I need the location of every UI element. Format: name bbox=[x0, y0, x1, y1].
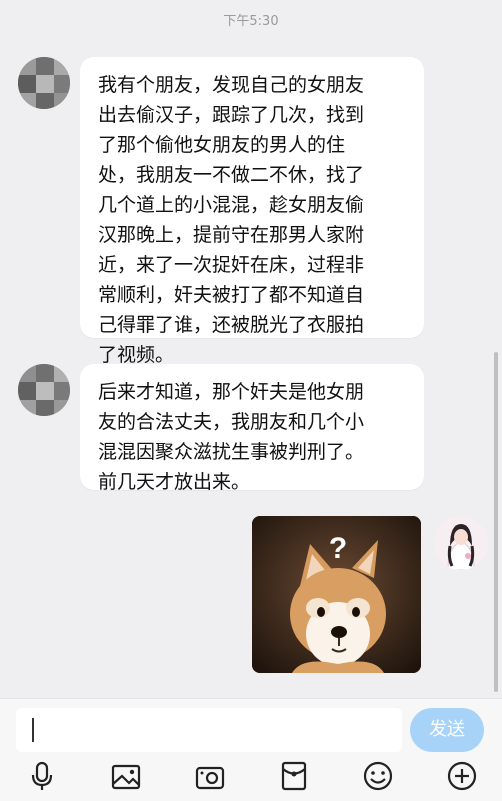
question-mark-label: ? bbox=[329, 532, 347, 565]
friend-avatar[interactable] bbox=[18, 57, 70, 109]
sent-image-message[interactable]: ? bbox=[252, 516, 421, 673]
send-button[interactable]: 发送 bbox=[410, 708, 484, 752]
camera-icon[interactable] bbox=[194, 760, 226, 792]
message-bubble[interactable]: 我有个朋友，发现自己的女朋友 出去偷汉子，跟踪了几次，找到 了那个偷他女朋友的男… bbox=[80, 57, 424, 366]
emoji-icon[interactable] bbox=[362, 760, 394, 792]
image-icon[interactable] bbox=[110, 760, 142, 792]
my-avatar[interactable] bbox=[434, 516, 488, 570]
scrollbar[interactable] bbox=[494, 352, 498, 692]
plus-icon[interactable] bbox=[446, 760, 478, 792]
message-bubble[interactable]: 后来才知道，那个奸夫是他女朋 友的合法丈夫，我朋友和几个小 混混因聚众滋扰生事被… bbox=[80, 364, 424, 493]
red-packet-icon[interactable] bbox=[278, 760, 310, 792]
text-cursor bbox=[32, 718, 34, 742]
shiba-dog-image: ? bbox=[252, 516, 421, 673]
girl-avatar-icon bbox=[434, 516, 488, 570]
timestamp: 下午5:30 bbox=[223, 14, 279, 29]
message-input[interactable] bbox=[16, 708, 402, 752]
friend-avatar[interactable] bbox=[18, 364, 70, 416]
microphone-icon[interactable] bbox=[26, 760, 58, 792]
